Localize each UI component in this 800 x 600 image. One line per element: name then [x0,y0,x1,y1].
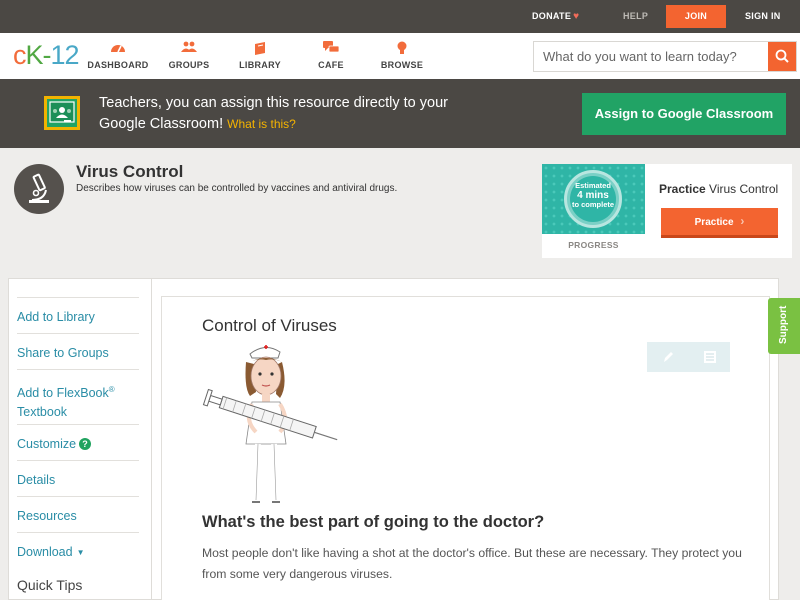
practice-progress-art: Estimated 4 mins to complete [542,164,645,234]
nav-library-label: LIBRARY [239,60,281,70]
dashboard-icon [78,41,158,55]
customize-label: Customize [17,437,77,451]
practice-title: Practice Virus Control [659,182,778,196]
search-button[interactable] [768,42,796,71]
support-tab[interactable]: Support [768,298,800,354]
search-input[interactable] [534,42,770,71]
groups-icon [149,41,229,55]
chevron-right-icon: › [740,214,745,228]
nav-browse[interactable]: BROWSE [362,41,442,70]
banner-text: Teachers, you can assign this resource d… [99,93,459,135]
nav-groups-label: GROUPS [168,60,210,70]
practice-button-label: Practice [694,217,734,228]
concept-description: Describes how viruses can be controlled … [76,183,398,194]
help-icon[interactable]: ? [79,438,92,450]
nav-dashboard[interactable]: DASHBOARD [78,41,158,70]
google-classroom-banner: Teachers, you can assign this resource d… [0,79,800,148]
logo-c: c [13,40,26,70]
nav-cafe[interactable]: CAFE [291,41,371,70]
logo-k: K- [25,40,52,70]
practice-title-bold: Practice [659,182,706,196]
sidebar: Add to Library Share to Groups Add to Fl… [8,278,151,600]
quick-tips-heading: Quick Tips [17,577,83,593]
donate-label: DONATE [532,11,572,21]
library-icon [220,41,300,55]
nav-library[interactable]: LIBRARY [220,41,300,70]
caret-down-icon: ▼ [76,548,85,557]
logo-12: 12 [50,40,80,70]
join-button[interactable]: JOIN [666,5,726,28]
support-label: Support [778,305,789,344]
annotation-toolbar [647,342,730,372]
nav-browse-label: BROWSE [380,60,424,70]
download-link[interactable]: Download ▼ [17,532,139,562]
estimate-label: Estimated [575,181,611,190]
donate-link[interactable]: DONATE ♥ [532,0,579,33]
nav-bar: cK-12 DASHBOARD GROUPS LIBRARY CAFE BROW… [0,33,800,79]
share-to-groups-link[interactable]: Share to Groups [17,333,139,363]
lightbulb-icon [362,41,442,55]
practice-button[interactable]: Practice › [661,208,778,238]
help-link[interactable]: HELP [623,0,648,33]
microscope-icon [14,164,64,214]
top-bar: DONATE ♥ HELP JOIN SIGN IN [0,0,800,33]
section-title: Control of Viruses [202,316,337,335]
nav-dashboard-label: DASHBOARD [87,60,149,70]
details-link[interactable]: Details [17,460,139,490]
notes-icon[interactable] [689,342,730,372]
download-label: Download [17,545,73,559]
estimate-badge: Estimated 4 mins to complete [564,170,622,228]
lesson-paragraph: Most people don't like having a shot at … [202,546,742,581]
flexbook-label: Add to FlexBook [17,386,109,401]
practice-title-rest: Virus Control [709,182,779,196]
add-to-flexbook-link[interactable]: Add to FlexBook® Textbook [17,369,139,422]
nurse-with-syringe-illustration [200,340,342,506]
concept-title: Virus Control [76,162,184,181]
search-icon [775,49,789,63]
pencil-icon[interactable] [647,342,688,372]
search-bar [533,41,797,72]
chat-bubbles-icon [291,41,371,55]
what-is-this-link[interactable]: What is this? [227,117,296,131]
flexbook-reg: ® [108,385,115,394]
add-to-library-link[interactable]: Add to Library [17,297,139,327]
flexbook-label-2: Textbook [17,405,68,420]
heart-icon: ♥ [573,11,580,22]
nav-groups[interactable]: GROUPS [149,41,229,70]
resources-link[interactable]: Resources [17,496,139,526]
estimate-complete: to complete [571,200,615,209]
customize-link[interactable]: Customize? [17,424,139,454]
nav-cafe-label: CAFE [318,60,344,70]
google-classroom-icon [44,96,80,130]
sign-in-link[interactable]: SIGN IN [745,0,781,33]
lesson-question: What's the best part of going to the doc… [202,513,545,531]
ck12-logo[interactable]: cK-12 [13,40,80,71]
progress-label: PROGRESS [568,240,619,250]
practice-card: Estimated 4 mins to complete PROGRESS Pr… [542,164,792,258]
assign-to-classroom-button[interactable]: Assign to Google Classroom [582,93,786,135]
